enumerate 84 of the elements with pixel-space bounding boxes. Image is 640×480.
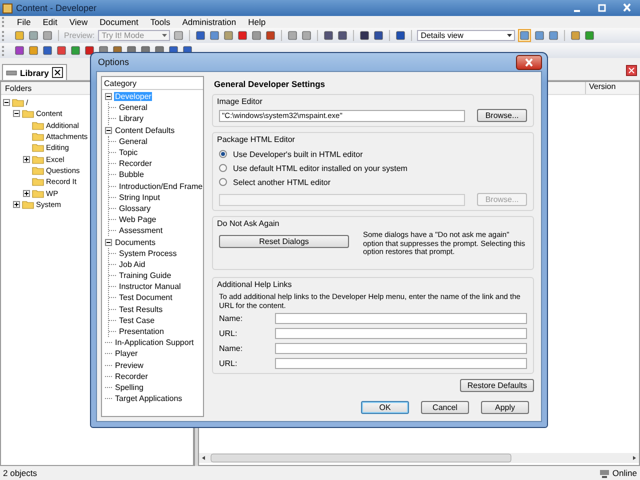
folder-icon <box>22 109 34 118</box>
library-tab[interactable]: Library <box>2 64 67 80</box>
folder-icon <box>32 143 44 152</box>
folder-icon <box>32 154 44 164</box>
reset-dialogs-button[interactable]: Reset Dialogs <box>219 235 349 248</box>
group-label: Do Not Ask Again <box>217 219 280 228</box>
category-item[interactable]: Instructor Manual <box>118 282 182 292</box>
category-header: Category <box>102 77 203 90</box>
radio-button[interactable] <box>219 178 227 186</box>
category-item[interactable]: Topic <box>118 148 139 158</box>
folder-icon <box>12 98 24 108</box>
category-item[interactable]: Presentation <box>118 327 165 336</box>
window-title: Content - Developer <box>16 3 98 13</box>
connection-status: Online <box>612 468 637 478</box>
category-item[interactable]: Introduction/End Frame <box>118 182 204 191</box>
menu-item[interactable]: File <box>11 17 37 27</box>
menu-item[interactable]: Document <box>94 17 144 27</box>
radio-button[interactable] <box>219 164 227 172</box>
dialog-button[interactable]: Cancel <box>421 401 469 414</box>
folder-icon <box>32 132 44 142</box>
dialog-button[interactable]: Apply <box>481 401 529 414</box>
scrollbar[interactable] <box>199 453 639 463</box>
object-count: 2 objects <box>3 468 38 478</box>
category-item[interactable]: Test Case <box>118 316 156 325</box>
close-icon[interactable] <box>52 67 63 78</box>
folder-icon <box>32 177 44 186</box>
category-item[interactable]: Assessment <box>118 226 164 236</box>
close-icon[interactable] <box>626 65 637 76</box>
dialog-button[interactable]: OK <box>361 401 409 414</box>
menu-item[interactable]: Help <box>242 17 272 27</box>
radio-label[interactable]: Select another HTML editor <box>233 178 331 186</box>
group-label: Image Editor <box>217 97 264 106</box>
radio-label[interactable]: Use default HTML editor installed on your system <box>233 164 408 172</box>
preview-label: Preview: <box>64 31 95 40</box>
view-dropdown[interactable]: Details view <box>416 30 515 41</box>
category-item[interactable]: Documents <box>114 238 156 247</box>
input-field[interactable] <box>275 328 527 339</box>
category-item[interactable]: In-Application Support <box>114 338 195 348</box>
browse-button[interactable]: Browse... <box>477 109 527 122</box>
radio-label[interactable]: Use Developer's built in HTML editor <box>233 150 363 158</box>
group-label: Package HTML Editor <box>217 135 296 144</box>
field-label: URL: <box>219 359 238 368</box>
settings-heading: General Developer Settings <box>214 79 326 89</box>
folder-icon <box>32 188 44 198</box>
app-icon <box>2 2 13 14</box>
radio-button[interactable] <box>219 150 227 158</box>
category-item[interactable]: Preview <box>114 360 144 370</box>
category-item[interactable]: Library <box>118 114 144 124</box>
folder-icon <box>32 120 44 130</box>
input-field[interactable] <box>275 343 527 354</box>
category-item[interactable]: Test Results <box>118 304 164 314</box>
category-item[interactable]: Spelling <box>114 382 144 392</box>
dialog-title: Options <box>97 57 130 67</box>
input-field[interactable] <box>275 313 527 324</box>
menu-item[interactable]: Tools <box>144 17 176 27</box>
category-item[interactable]: Recorder <box>118 159 153 168</box>
menu-item[interactable]: Edit <box>36 17 64 27</box>
category-item[interactable]: Content Defaults <box>114 126 176 135</box>
close-icon[interactable] <box>516 54 542 70</box>
category-item[interactable]: Target Applications <box>114 394 184 404</box>
category-item[interactable]: Bubble <box>118 170 145 180</box>
menu-item[interactable]: Administration <box>176 17 242 27</box>
category-item[interactable]: Training Guide <box>118 271 172 280</box>
network-icon <box>599 468 610 478</box>
column-header[interactable]: Version <box>585 82 639 94</box>
input-field[interactable] <box>275 358 527 369</box>
category-item[interactable]: String Input <box>118 192 161 202</box>
folder-icon <box>32 166 44 175</box>
category-item[interactable]: Glossary <box>118 204 152 213</box>
field-label: Name: <box>219 344 244 353</box>
category-item[interactable]: Test Document <box>118 293 174 302</box>
menu-item[interactable]: View <box>63 17 94 27</box>
restore-defaults-button[interactable]: Restore Defaults <box>460 379 534 392</box>
category-item[interactable]: General <box>118 136 148 146</box>
folder-icon <box>22 200 34 209</box>
category-item[interactable]: Recorder <box>114 372 149 381</box>
field-label: Name: <box>219 314 244 323</box>
category-item[interactable]: System Process <box>118 248 178 258</box>
group-label: Additional Help Links <box>217 280 293 289</box>
field-label: URL: <box>219 329 238 338</box>
category-item[interactable]: Job Aid <box>118 260 146 269</box>
category-item[interactable]: Web Page <box>118 215 158 224</box>
category-item[interactable]: Player <box>114 349 139 358</box>
category-item[interactable]: General <box>118 103 148 112</box>
